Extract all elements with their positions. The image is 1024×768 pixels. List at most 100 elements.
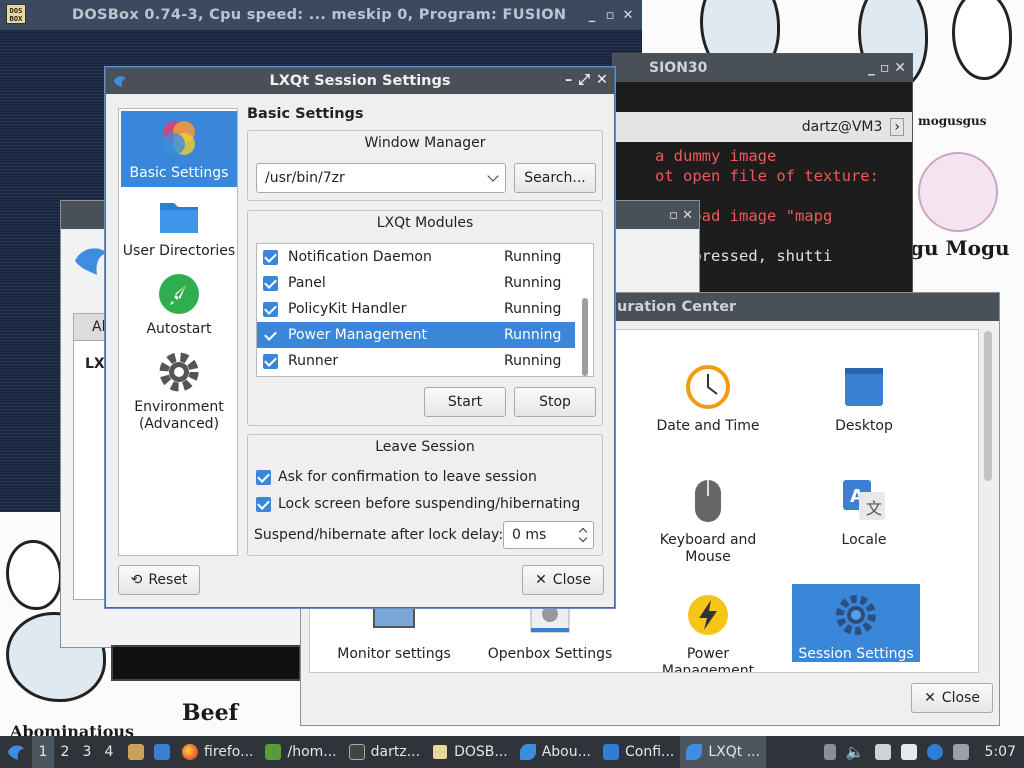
task-terminal[interactable]: dartz... — [343, 736, 426, 768]
search-label: Search... — [524, 170, 586, 186]
task-config-center[interactable]: Confi... — [597, 736, 680, 768]
file-manager-icon — [265, 744, 282, 760]
config-item-label: Keyboard and Mouse — [659, 532, 757, 565]
start-button[interactable]: Start — [424, 387, 506, 417]
module-checkbox[interactable] — [263, 275, 278, 291]
desktop-switch-1[interactable]: 1 — [32, 736, 54, 768]
show-desktop-icon[interactable] — [154, 744, 170, 760]
settings-sidebar[interactable]: Basic Settings User Directories Autostar… — [118, 108, 238, 556]
module-row[interactable]: Notification Daemon Running — [257, 244, 575, 270]
module-checkbox[interactable] — [263, 249, 278, 265]
window-controls[interactable]: _ ▫ ✕ — [868, 60, 906, 76]
module-row[interactable]: Panel Running — [257, 270, 575, 296]
sidebar-item-autostart[interactable]: Autostart — [121, 267, 237, 338]
close-label: Close — [941, 690, 980, 706]
config-item-date-time[interactable]: Date and Time — [644, 360, 772, 435]
lxqt-icon — [686, 744, 703, 760]
ask-confirmation-checkbox[interactable] — [256, 469, 271, 485]
leave-session-group: Leave Session Ask for confirmation to le… — [247, 434, 603, 556]
close-button[interactable]: ✕ Close — [522, 565, 604, 595]
minimize-button[interactable]: _ — [584, 8, 600, 23]
scrollbar-thumb[interactable] — [582, 298, 588, 376]
session-settings-window[interactable]: LXQt Session Settings – ⤢ ✕ Basic Settin… — [105, 67, 615, 608]
module-name: Panel — [288, 275, 326, 291]
module-checkbox[interactable] — [263, 328, 278, 343]
window-manager-combo[interactable]: /usr/bin/7zr — [256, 163, 506, 193]
modules-scrollbar[interactable] — [581, 248, 589, 376]
desktop-switch-4[interactable]: 4 — [98, 736, 120, 768]
spin-down-icon[interactable] — [578, 533, 588, 543]
dosbox-titlebar[interactable]: DOS BOX DOSBox 0.74-3, Cpu speed: ... me… — [0, 0, 642, 30]
ask-confirmation-option[interactable]: Ask for confirmation to leave session — [256, 469, 537, 485]
session-titlebar[interactable]: LXQt Session Settings – ⤢ ✕ — [106, 68, 614, 94]
module-status: Running — [504, 275, 562, 291]
terminal-line: ot open file of texture: — [655, 167, 879, 185]
scrollbar-thumb[interactable] — [984, 331, 992, 481]
terminal-line: a dummy image — [655, 147, 777, 165]
terminal-titlebar[interactable]: SION30 _ ▫ ✕ — [613, 54, 912, 82]
stop-button[interactable]: Stop — [514, 387, 596, 417]
task-file-manager[interactable]: /hom... — [259, 736, 342, 768]
clipboard-icon[interactable] — [900, 744, 917, 760]
task-about[interactable]: Abou... — [514, 736, 597, 768]
maximize-button[interactable]: ⤢ — [578, 72, 590, 88]
maximize-button[interactable]: ▫ — [602, 8, 618, 23]
terminal-tab-bar[interactable]: dartz@VM3 › — [613, 112, 912, 142]
module-row[interactable]: PolicyKit Handler Running — [257, 296, 575, 322]
module-row[interactable]: Runner Running — [257, 348, 575, 374]
eject-icon[interactable] — [823, 744, 836, 760]
config-close-button[interactable]: ✕ Close — [911, 683, 993, 713]
module-status: Running — [504, 249, 562, 265]
search-button[interactable]: Search... — [514, 163, 596, 193]
config-scrollbar[interactable] — [983, 329, 993, 673]
lock-delay-spinbox[interactable]: 0 ms — [503, 521, 594, 549]
terminal-title: SION30 — [649, 60, 708, 76]
window-manager-group: Window Manager /usr/bin/7zr Search... — [247, 130, 603, 201]
terminal-icon — [348, 744, 365, 760]
page-title: Basic Settings — [247, 106, 364, 122]
reset-button[interactable]: ⟲ Reset — [118, 565, 200, 595]
lock-screen-option[interactable]: Lock screen before suspending/hibernatin… — [256, 496, 580, 512]
desktop-switch-2[interactable]: 2 — [54, 736, 76, 768]
file-manager-quicklaunch-icon[interactable] — [128, 744, 144, 760]
config-item-locale[interactable]: A文 Locale — [800, 474, 928, 549]
window-controls[interactable]: ▫ ✕ — [669, 208, 693, 223]
desktop-switch-3[interactable]: 3 — [76, 736, 98, 768]
module-checkbox[interactable] — [263, 301, 278, 317]
spinbox-value: 0 ms — [512, 527, 547, 543]
close-button[interactable]: ✕ — [596, 72, 608, 88]
clock[interactable]: 5:07 — [985, 744, 1016, 760]
minimize-button[interactable]: – — [565, 72, 572, 88]
module-name: Notification Daemon — [288, 249, 432, 265]
module-status: Running — [504, 353, 562, 369]
locale-icon: A文 — [841, 478, 887, 524]
network-icon[interactable] — [874, 744, 891, 760]
dosbox-title: DOSBox 0.74-3, Cpu speed: ... meskip 0, … — [72, 7, 567, 23]
close-button[interactable]: ✕ — [620, 8, 636, 23]
module-checkbox[interactable] — [263, 353, 278, 369]
undo-icon: ⟲ — [130, 572, 143, 588]
terminal-tab[interactable]: dartz@VM3 — [802, 119, 883, 135]
module-row-selected[interactable]: Power Management Running — [257, 322, 575, 348]
module-status: Running — [504, 301, 562, 317]
module-status: Running — [504, 327, 562, 343]
tab-scroll-right-icon[interactable]: › — [890, 118, 904, 136]
task-session-settings[interactable]: LXQt ... — [680, 736, 767, 768]
config-item-power[interactable]: Power Management — [644, 588, 772, 672]
config-title: uration Center — [617, 299, 737, 315]
config-item-keyboard-mouse[interactable]: Keyboard and Mouse — [644, 474, 772, 566]
main-menu-button[interactable] — [0, 736, 32, 768]
config-item-desktop[interactable]: Desktop — [800, 360, 928, 435]
sidebar-item-environment[interactable]: Environment (Advanced) — [121, 345, 237, 433]
lxqt-modules-group: LXQt Modules Notification Daemon Running… — [247, 210, 603, 426]
config-item-session[interactable]: Session Settings — [792, 584, 920, 662]
volume-icon[interactable]: 🔈 — [846, 743, 865, 761]
keyboard-layout-icon[interactable] — [952, 744, 969, 760]
task-dosbox[interactable]: DOSB... — [426, 736, 514, 768]
lock-screen-checkbox[interactable] — [256, 496, 271, 512]
task-firefox[interactable]: firefo... — [176, 736, 259, 768]
notification-icon[interactable] — [926, 744, 943, 760]
sidebar-item-basic-settings[interactable]: Basic Settings — [121, 111, 237, 187]
sidebar-item-user-directories[interactable]: User Directories — [121, 189, 237, 260]
modules-list[interactable]: Notification Daemon Running Panel Runnin… — [256, 243, 594, 377]
